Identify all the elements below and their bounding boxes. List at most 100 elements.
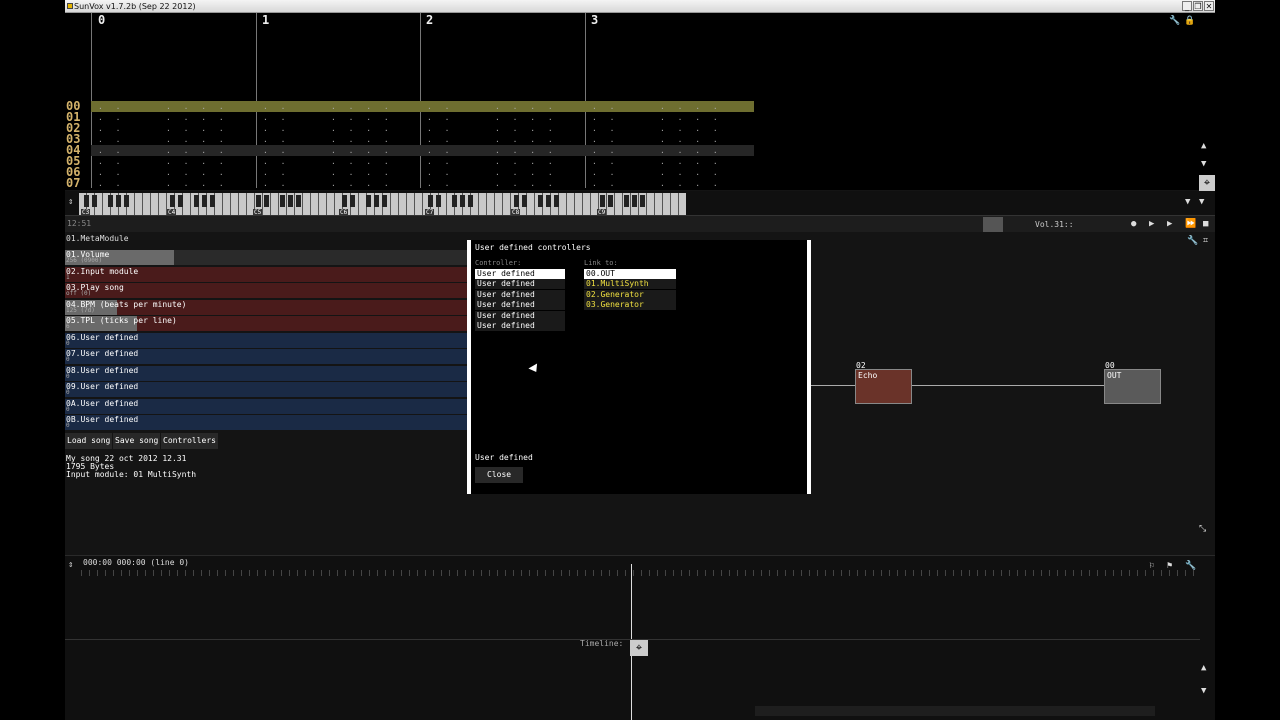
maximize-button[interactable]: ❐ bbox=[1193, 1, 1203, 11]
horizontal-scrollbar[interactable] bbox=[755, 706, 1155, 716]
link-list-item[interactable]: 02.Generator bbox=[584, 289, 676, 300]
piano-black-key[interactable] bbox=[366, 195, 371, 207]
pattern-cell[interactable]: . . bbox=[427, 145, 453, 156]
pattern-cell[interactable]: . . . . bbox=[495, 134, 557, 145]
stop-icon[interactable]: ■ bbox=[1203, 219, 1208, 229]
piano-black-key[interactable] bbox=[116, 195, 121, 207]
selected-controller-name[interactable]: User defined bbox=[475, 453, 533, 462]
save-song-button[interactable]: Save song bbox=[113, 433, 161, 449]
pattern-cell[interactable]: . . bbox=[98, 167, 124, 178]
pattern-cell[interactable]: . . bbox=[98, 123, 124, 134]
piano-settings-icon[interactable]: ▼ bbox=[1185, 197, 1190, 207]
pattern-cell[interactable]: . . . . bbox=[331, 156, 393, 167]
fit-timeline-icon[interactable]: ⌖ bbox=[630, 640, 648, 656]
controller-slider[interactable]: 06.User defined 0 bbox=[65, 332, 467, 348]
pattern-cell[interactable]: . . . . bbox=[495, 167, 557, 178]
pattern-cell[interactable]: . . . . bbox=[495, 123, 557, 134]
pattern-cell[interactable]: . . . . bbox=[166, 101, 228, 112]
pattern-cell[interactable]: . . bbox=[98, 112, 124, 123]
pattern-cell[interactable]: . . . . bbox=[660, 156, 722, 167]
pattern-cell[interactable]: . . . . bbox=[495, 145, 557, 156]
wrench-icon[interactable]: 🔧 bbox=[1185, 561, 1196, 571]
scroll-up-icon[interactable]: ▲ bbox=[1201, 663, 1206, 673]
scroll-down-icon[interactable]: ▼ bbox=[1201, 159, 1206, 169]
piano-black-key[interactable] bbox=[546, 195, 551, 207]
play-from-start-icon[interactable]: ⏩ bbox=[1185, 219, 1196, 229]
controller-list-item[interactable]: User defined bbox=[475, 269, 565, 279]
piano-black-key[interactable] bbox=[624, 195, 629, 207]
controller-slider[interactable]: 09.User defined 0 bbox=[65, 382, 467, 397]
pattern-cell[interactable]: . . . . bbox=[166, 156, 228, 167]
pattern-cell[interactable]: . . bbox=[98, 134, 124, 145]
controller-list-item[interactable]: User defined bbox=[475, 321, 565, 331]
pattern-cell[interactable]: . . . . bbox=[166, 123, 228, 134]
pattern-cell[interactable]: . . . . bbox=[166, 167, 228, 178]
piano-black-key[interactable] bbox=[538, 195, 543, 207]
piano-black-key[interactable] bbox=[608, 195, 613, 207]
grid-icon[interactable]: ⌗ bbox=[1203, 236, 1208, 246]
controller-slider[interactable]: 02.Input module 1 bbox=[65, 266, 467, 282]
piano-black-key[interactable] bbox=[194, 195, 199, 207]
pattern-cell[interactable]: . . bbox=[427, 156, 453, 167]
pattern-cell[interactable]: . . . . bbox=[660, 145, 722, 156]
up-down-arrow-icon[interactable]: ⇕ bbox=[68, 560, 73, 570]
pattern-cell[interactable]: . . bbox=[263, 156, 289, 167]
marker-add-icon[interactable]: ⚑ bbox=[1167, 561, 1172, 571]
piano-black-key[interactable] bbox=[108, 195, 113, 207]
pattern-cell[interactable]: . . . . bbox=[166, 178, 228, 189]
piano-black-key[interactable] bbox=[460, 195, 465, 207]
piano-black-key[interactable] bbox=[288, 195, 293, 207]
scroll-up-icon[interactable]: ▲ bbox=[1201, 141, 1206, 151]
pattern-cell[interactable]: . . bbox=[592, 123, 618, 134]
piano-black-key[interactable] bbox=[522, 195, 527, 207]
pattern-cell[interactable]: . . bbox=[263, 112, 289, 123]
piano-black-key[interactable] bbox=[468, 195, 473, 207]
pattern-cell[interactable]: . . bbox=[592, 178, 618, 189]
module-view[interactable]: 🔧 ⌗ 02 Echo 00 OUT ⤡ bbox=[811, 236, 1215, 540]
piano-black-key[interactable] bbox=[382, 195, 387, 207]
controller-slider[interactable]: 04.BPM (beats per minute) 125 (7d) bbox=[65, 299, 467, 315]
controller-slider[interactable]: 0B.User defined 0 bbox=[65, 415, 467, 430]
fit-view-icon[interactable]: ⌖ bbox=[1199, 175, 1215, 191]
pattern-cell[interactable]: . . . . bbox=[660, 134, 722, 145]
piano-black-key[interactable] bbox=[428, 195, 433, 207]
pattern-cell[interactable]: . . . . bbox=[495, 178, 557, 189]
pattern-cell[interactable]: . . . . bbox=[495, 101, 557, 112]
pattern-cell[interactable]: . . bbox=[592, 145, 618, 156]
pattern-cell[interactable]: . . bbox=[427, 167, 453, 178]
pattern-cell[interactable]: . . . . bbox=[331, 178, 393, 189]
module-scale-icon[interactable]: ⤡ bbox=[1199, 524, 1206, 534]
pattern-cell[interactable]: . . . . bbox=[495, 156, 557, 167]
piano-black-key[interactable] bbox=[84, 195, 89, 207]
piano-black-key[interactable] bbox=[374, 195, 379, 207]
piano-black-key[interactable] bbox=[264, 195, 269, 207]
pattern-cell[interactable]: . . bbox=[592, 167, 618, 178]
controller-slider[interactable]: 03.Play song off (0) bbox=[65, 283, 467, 298]
controllers-button[interactable]: Controllers bbox=[161, 433, 218, 449]
piano-keyboard[interactable]: ⇕ C3 C4 C5 C6 C7 C8 C9 ▼ ▼ bbox=[65, 191, 1215, 216]
controller-slider[interactable]: 05.TPL (ticks per line) 6 bbox=[65, 316, 467, 331]
pattern-cell[interactable]: . . bbox=[427, 134, 453, 145]
close-window-button[interactable]: ✕ bbox=[1204, 1, 1214, 11]
pattern-cell[interactable]: . . . . bbox=[495, 112, 557, 123]
pattern-cell[interactable]: . . bbox=[592, 134, 618, 145]
piano-keys[interactable]: C3 C4 C5 C6 C7 C8 C9 bbox=[79, 193, 686, 216]
timeline-ruler[interactable] bbox=[81, 570, 1201, 576]
link-list-item[interactable]: 03.Generator bbox=[584, 300, 676, 311]
pattern-cell[interactable]: . . bbox=[427, 123, 453, 134]
pattern-cell[interactable]: . . . . bbox=[331, 134, 393, 145]
pattern-cell[interactable]: . . . . bbox=[166, 112, 228, 123]
piano-black-key[interactable] bbox=[210, 195, 215, 207]
pattern-cell[interactable]: . . . . bbox=[660, 123, 722, 134]
pattern-cell[interactable]: . . bbox=[263, 101, 289, 112]
pattern-cell[interactable]: . . . . bbox=[166, 145, 228, 156]
pattern-cell[interactable]: . . bbox=[98, 145, 124, 156]
piano-black-key[interactable] bbox=[170, 195, 175, 207]
piano-black-key[interactable] bbox=[280, 195, 285, 207]
pattern-cell[interactable]: . . bbox=[263, 134, 289, 145]
piano-black-key[interactable] bbox=[202, 195, 207, 207]
pattern-editor[interactable]: 0 1 2 3 00 01 02 03 04 05 06 07 . .. . .… bbox=[65, 13, 1215, 191]
pattern-cell[interactable]: . . bbox=[263, 178, 289, 189]
piano-black-key[interactable] bbox=[124, 195, 129, 207]
pattern-cell[interactable]: . . bbox=[592, 101, 618, 112]
